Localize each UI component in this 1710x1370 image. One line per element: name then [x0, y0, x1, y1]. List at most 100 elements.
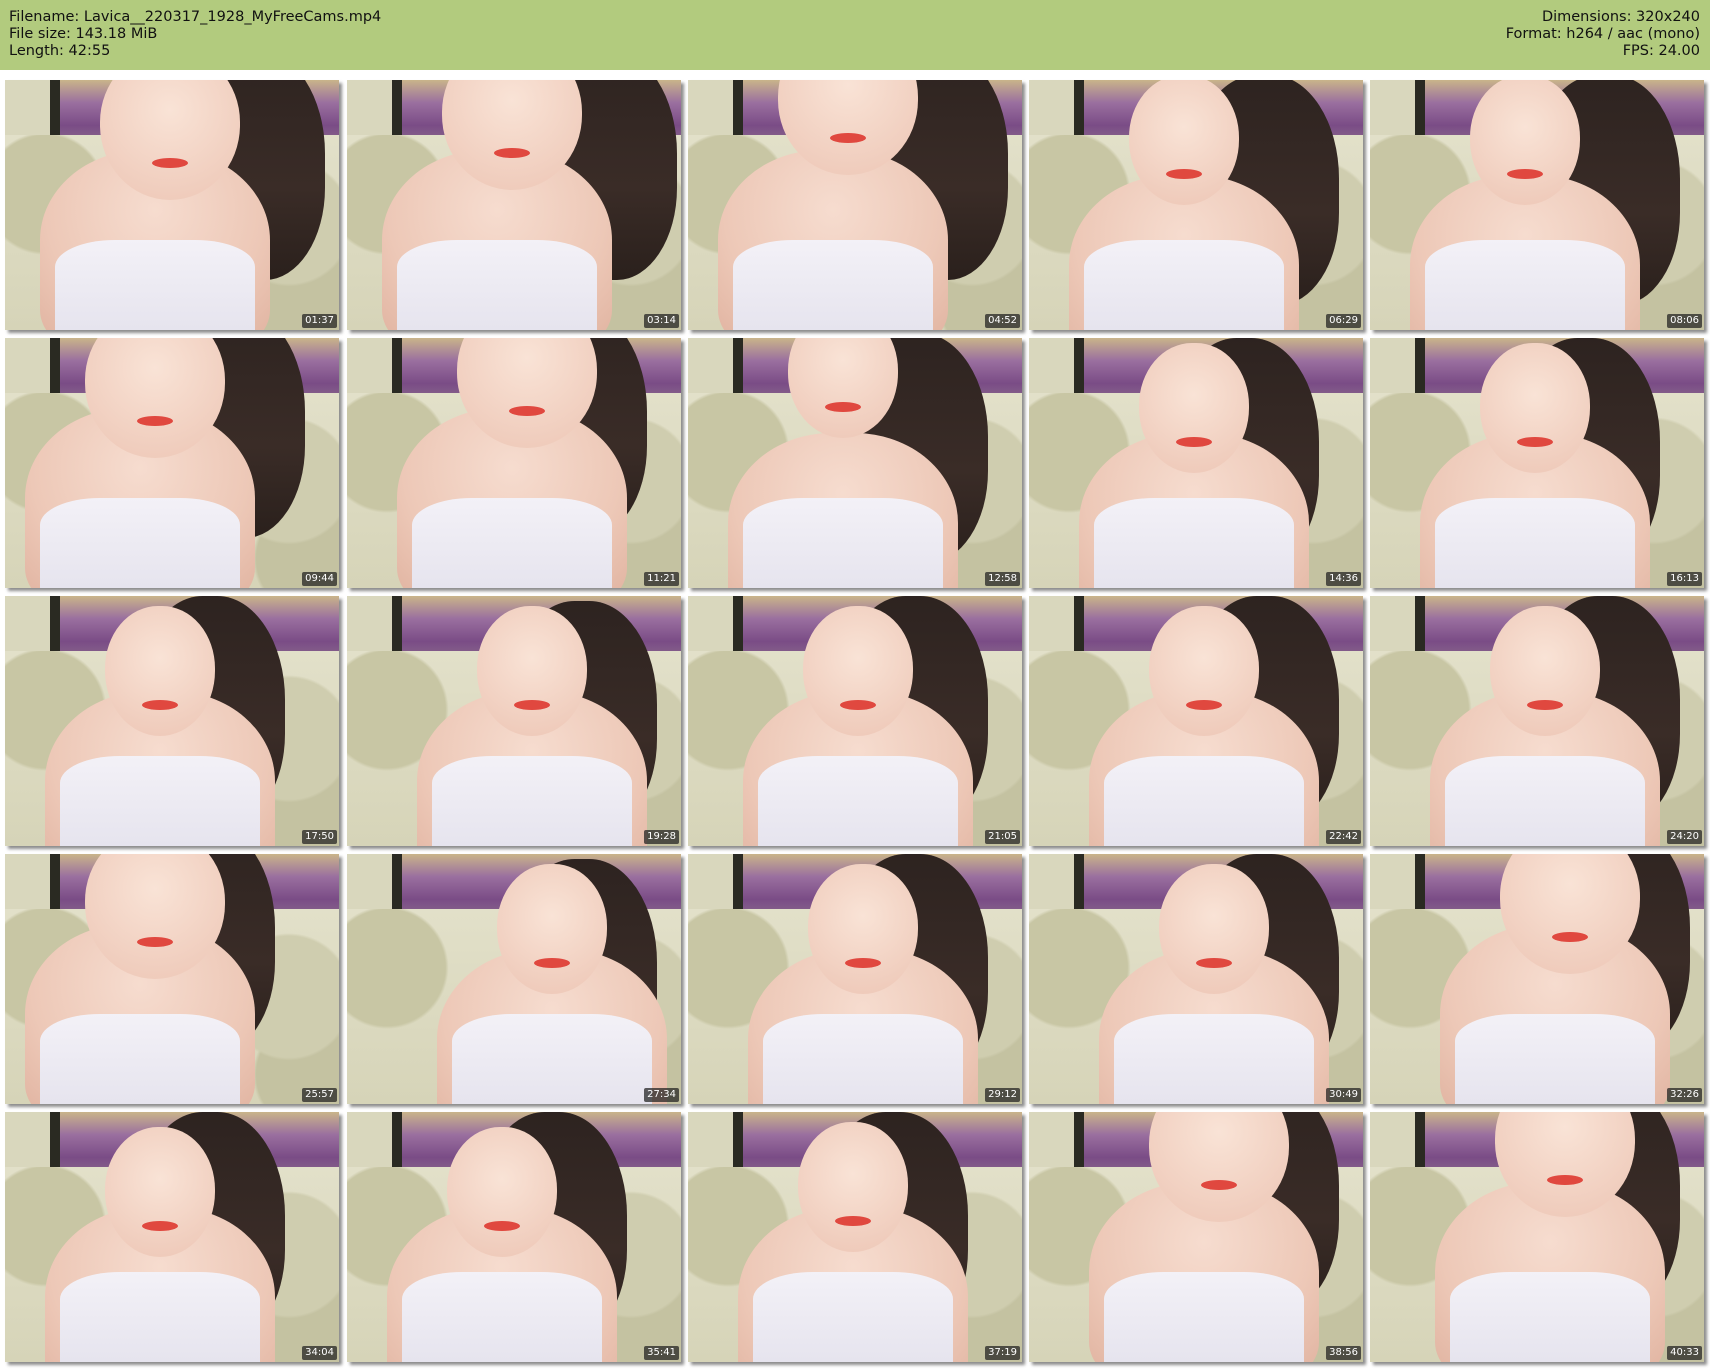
- subject-top: [1084, 240, 1284, 330]
- subject-lips: [484, 1220, 520, 1231]
- video-thumbnail: 11:21: [347, 338, 681, 588]
- subject-top: [1094, 498, 1294, 588]
- subject-face: [447, 1127, 557, 1257]
- subject-face: [803, 606, 913, 736]
- video-thumbnail: 24:20: [1370, 596, 1704, 846]
- subject-face: [1129, 80, 1239, 205]
- subject-lips: [142, 699, 178, 710]
- timestamp-label: 30:49: [1326, 1088, 1361, 1102]
- subject-top: [1435, 498, 1635, 588]
- timestamp-label: 11:21: [644, 572, 679, 586]
- subject-lips: [137, 937, 173, 947]
- dimensions-text: Dimensions: 320x240: [1541, 9, 1700, 25]
- length-text: Length: 42:55: [9, 43, 111, 59]
- timestamp-label: 21:05: [985, 830, 1020, 844]
- subject-face: [798, 1122, 908, 1252]
- video-thumbnail: 40:33: [1370, 1112, 1704, 1362]
- timestamp-label: 40:33: [1667, 1346, 1702, 1360]
- subject-top: [1104, 756, 1304, 846]
- subject-lips: [1547, 1175, 1583, 1185]
- subject-lips: [1176, 436, 1212, 447]
- subject-lips: [840, 699, 876, 710]
- subject-lips: [142, 1220, 178, 1231]
- subject-top: [397, 240, 597, 330]
- timestamp-label: 14:36: [1326, 572, 1361, 586]
- subject-face: [1159, 864, 1269, 994]
- subject-face: [1149, 606, 1259, 736]
- subject-face: [1139, 343, 1249, 473]
- subject-top: [1114, 1014, 1314, 1104]
- subject-top: [758, 756, 958, 846]
- video-thumbnail: 35:41: [347, 1112, 681, 1362]
- timestamp-label: 12:58: [985, 572, 1020, 586]
- subject-top: [40, 1014, 240, 1104]
- filename-text: Filename: Lavica__220317_1928_MyFreeCams…: [9, 9, 382, 25]
- timestamp-label: 37:19: [985, 1346, 1020, 1360]
- subject-face: [1490, 606, 1600, 736]
- video-thumbnail: 19:28: [347, 596, 681, 846]
- subject-top: [1425, 240, 1625, 330]
- video-thumbnail: 32:26: [1370, 854, 1704, 1104]
- video-thumbnail: 22:42: [1029, 596, 1363, 846]
- video-thumbnail: 09:44: [5, 338, 339, 588]
- subject-top: [55, 240, 255, 330]
- video-thumbnail: 16:13: [1370, 338, 1704, 588]
- subject-lips: [1166, 168, 1202, 179]
- timestamp-label: 27:34: [644, 1088, 679, 1102]
- subject-face: [497, 864, 607, 994]
- video-thumbnail: 12:58: [688, 338, 1022, 588]
- timestamp-label: 09:44: [302, 572, 337, 586]
- video-thumbnail: 37:19: [688, 1112, 1022, 1362]
- subject-top: [432, 756, 632, 846]
- subject-lips: [845, 957, 881, 968]
- timestamp-label: 06:29: [1326, 314, 1361, 328]
- subject-face: [105, 606, 215, 736]
- subject-face: [477, 606, 587, 736]
- subject-lips: [1196, 957, 1232, 968]
- timestamp-label: 38:56: [1326, 1346, 1361, 1360]
- subject-top: [60, 1272, 260, 1362]
- media-info: Dimensions: 320x240 Format: h264 / aac (…: [1506, 9, 1700, 60]
- subject-lips: [1527, 699, 1563, 710]
- subject-top: [1104, 1272, 1304, 1362]
- subject-lips: [830, 133, 866, 143]
- subject-lips: [825, 401, 861, 412]
- video-thumbnail: 03:14: [347, 80, 681, 330]
- subject-top: [763, 1014, 963, 1104]
- timestamp-label: 32:26: [1667, 1088, 1702, 1102]
- subject-lips: [137, 416, 173, 426]
- info-header: Filename: Lavica__220317_1928_MyFreeCams…: [0, 0, 1710, 70]
- fps-text: FPS: 24.00: [1622, 43, 1700, 59]
- video-thumbnail: 01:37: [5, 80, 339, 330]
- video-thumbnail: 17:50: [5, 596, 339, 846]
- video-thumbnail: 29:12: [688, 854, 1022, 1104]
- subject-lips: [152, 158, 188, 168]
- video-thumbnail: 25:57: [5, 854, 339, 1104]
- subject-top: [412, 498, 612, 588]
- subject-lips: [1201, 1180, 1237, 1190]
- video-thumbnail: 14:36: [1029, 338, 1363, 588]
- subject-lips: [1186, 699, 1222, 710]
- timestamp-label: 34:04: [302, 1346, 337, 1360]
- subject-top: [452, 1014, 652, 1104]
- timestamp-label: 17:50: [302, 830, 337, 844]
- video-thumbnail: 27:34: [347, 854, 681, 1104]
- timestamp-label: 04:52: [985, 314, 1020, 328]
- subject-lips: [514, 699, 550, 710]
- thumbnail-grid: 01:37 03:14 04:52 06:29 08:06 09:44 11:21 12:58…: [0, 70, 1710, 1370]
- subject-top: [60, 756, 260, 846]
- timestamp-label: 03:14: [644, 314, 679, 328]
- timestamp-label: 35:41: [644, 1346, 679, 1360]
- subject-lips: [1517, 436, 1553, 447]
- subject-lips: [1552, 932, 1588, 942]
- subject-face: [105, 1127, 215, 1257]
- subject-top: [402, 1272, 602, 1362]
- format-text: Format: h264 / aac (mono): [1505, 26, 1700, 42]
- subject-top: [40, 498, 240, 588]
- timestamp-label: 16:13: [1667, 572, 1702, 586]
- subject-lips: [534, 957, 570, 968]
- subject-face: [1470, 80, 1580, 205]
- file-info: Filename: Lavica__220317_1928_MyFreeCams…: [9, 9, 381, 60]
- video-thumbnail: 06:29: [1029, 80, 1363, 330]
- subject-top: [733, 240, 933, 330]
